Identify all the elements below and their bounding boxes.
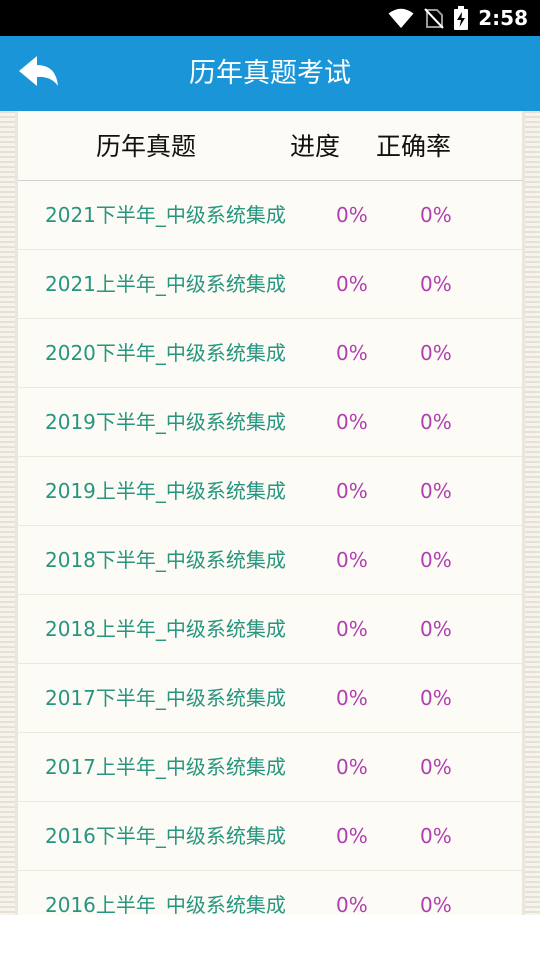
exam-accuracy: 0%: [420, 755, 452, 779]
header-accuracy: 正确率: [376, 132, 452, 161]
back-button[interactable]: [10, 48, 66, 98]
table-row[interactable]: 2016下半年_中级系统集成 0% 0%: [18, 802, 522, 871]
no-sim-icon: [424, 7, 444, 29]
paper-edge-left: [0, 111, 18, 915]
exam-accuracy: 0%: [420, 479, 452, 503]
table-row[interactable]: 2017下半年_中级系统集成 0% 0%: [18, 664, 522, 733]
exam-accuracy: 0%: [420, 893, 452, 915]
exam-progress: 0%: [336, 272, 368, 296]
exam-accuracy: 0%: [420, 410, 452, 434]
back-arrow-icon: [15, 52, 61, 94]
exam-progress: 0%: [336, 617, 368, 641]
exam-name: 2020下半年_中级系统集成: [45, 341, 286, 365]
wifi-icon: [388, 7, 414, 29]
exam-name: 2021上半年_中级系统集成: [45, 272, 286, 296]
exam-name: 2018上半年_中级系统集成: [45, 617, 286, 641]
exam-accuracy: 0%: [420, 824, 452, 848]
table-row[interactable]: 2016上半年_中级系统集成 0% 0%: [18, 871, 522, 915]
exam-progress: 0%: [336, 341, 368, 365]
bottom-blank-area: [0, 915, 540, 960]
exam-accuracy: 0%: [420, 272, 452, 296]
paper-edge-right: [522, 111, 540, 915]
table-row[interactable]: 2021上半年_中级系统集成 0% 0%: [18, 250, 522, 319]
exam-accuracy: 0%: [420, 548, 452, 572]
exam-progress: 0%: [336, 755, 368, 779]
exam-progress: 0%: [336, 824, 368, 848]
exam-name: 2019上半年_中级系统集成: [45, 479, 286, 503]
screen: 2:58 历年真题考试 历年真题 进度 正确率 2021下半年_中级系统集成 0…: [0, 0, 540, 960]
battery-charging-icon: [454, 6, 469, 30]
status-time: 2:58: [478, 6, 528, 30]
exam-progress: 0%: [336, 686, 368, 710]
exam-name: 2021下半年_中级系统集成: [45, 203, 286, 227]
table-row[interactable]: 2018上半年_中级系统集成 0% 0%: [18, 595, 522, 664]
table-row[interactable]: 2021下半年_中级系统集成 0% 0%: [18, 181, 522, 250]
header-exam-name: 历年真题: [96, 132, 197, 161]
exam-name: 2018下半年_中级系统集成: [45, 548, 286, 572]
table-header: 历年真题 进度 正确率: [18, 111, 522, 181]
exam-accuracy: 0%: [420, 341, 452, 365]
exam-accuracy: 0%: [420, 686, 452, 710]
exam-list: 2021下半年_中级系统集成 0% 0% 2021上半年_中级系统集成 0% 0…: [18, 181, 522, 915]
exam-progress: 0%: [336, 410, 368, 434]
table-row[interactable]: 2019下半年_中级系统集成 0% 0%: [18, 388, 522, 457]
table-row[interactable]: 2017上半年_中级系统集成 0% 0%: [18, 733, 522, 802]
table-row[interactable]: 2020下半年_中级系统集成 0% 0%: [18, 319, 522, 388]
exam-accuracy: 0%: [420, 203, 452, 227]
exam-progress: 0%: [336, 479, 368, 503]
table-row[interactable]: 2019上半年_中级系统集成 0% 0%: [18, 457, 522, 526]
exam-accuracy: 0%: [420, 617, 452, 641]
exam-progress: 0%: [336, 893, 368, 915]
exam-name: 2017上半年_中级系统集成: [45, 755, 286, 779]
exam-name: 2019下半年_中级系统集成: [45, 410, 286, 434]
exam-list-panel: 历年真题 进度 正确率 2021下半年_中级系统集成 0% 0% 2021上半年…: [0, 111, 540, 915]
exam-progress: 0%: [336, 548, 368, 572]
exam-name: 2016上半年_中级系统集成: [45, 893, 286, 915]
exam-progress: 0%: [336, 203, 368, 227]
table-row[interactable]: 2018下半年_中级系统集成 0% 0%: [18, 526, 522, 595]
exam-name: 2017下半年_中级系统集成: [45, 686, 286, 710]
page-title: 历年真题考试: [189, 58, 351, 89]
header-progress: 进度: [290, 132, 341, 161]
exam-name: 2016下半年_中级系统集成: [45, 824, 286, 848]
status-bar: 2:58: [0, 0, 540, 36]
app-bar: 历年真题考试: [0, 36, 540, 111]
